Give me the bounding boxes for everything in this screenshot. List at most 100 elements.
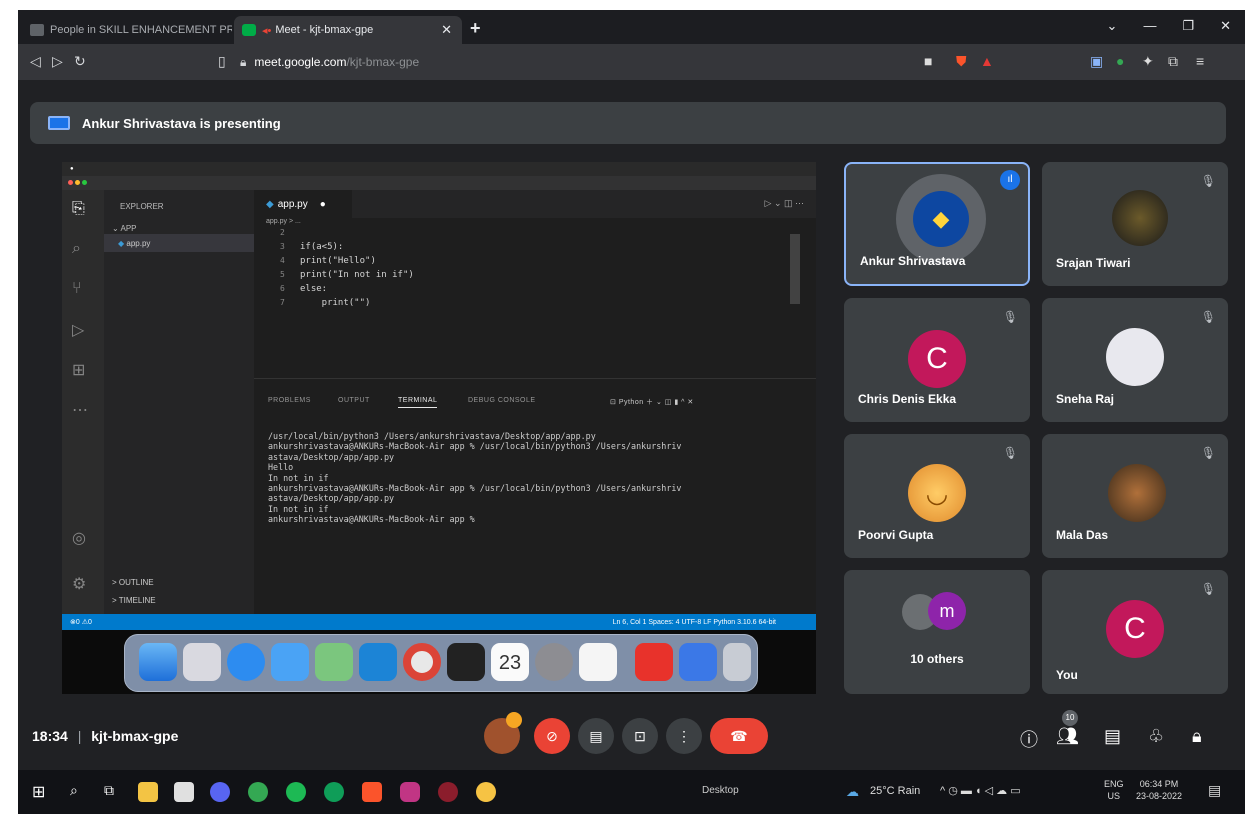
people-icon[interactable]: 👥︎	[1056, 726, 1079, 747]
close-tab-icon[interactable]: ✕	[441, 22, 452, 38]
lang-top: ENG	[1104, 779, 1124, 789]
chat-icon[interactable]: ▤	[1104, 726, 1121, 747]
activities-icon[interactable]: ♧	[1148, 726, 1164, 747]
mic-off-icon: 🎙︎	[1200, 582, 1216, 596]
mail-icon	[271, 643, 309, 681]
reload-icon[interactable]: ↻	[74, 53, 86, 70]
account-icon: ◎	[72, 530, 86, 547]
language-indicator[interactable]: ENG US	[1104, 778, 1124, 802]
tile-poorvi[interactable]: ◡ 🎙︎ Poorvi Gupta	[844, 434, 1030, 558]
bottom-panel: PROBLEMS OUTPUT TERMINAL DEBUG CONSOLE ⊡…	[254, 378, 816, 614]
file-row: ◆ app.py	[104, 234, 254, 252]
explorer-taskbar-icon[interactable]	[138, 782, 158, 802]
browser-tab-people[interactable]: People in SKILL ENHANCEMENT PRO	[22, 16, 232, 44]
line-number: 4	[280, 256, 285, 265]
meeting-time: 18:34	[32, 728, 68, 744]
tab-search-icon[interactable]: ⌄	[1107, 18, 1118, 34]
chrome-icon	[403, 643, 441, 681]
minimize-button[interactable]: —	[1143, 18, 1156, 34]
more-options-button[interactable]: ⋮	[666, 718, 702, 754]
explorer-sidebar: EXPLORER ⌄ APP ◆ app.py > OUTLINE > TIME…	[104, 190, 254, 614]
safari-icon	[227, 643, 265, 681]
mic-off-icon: 🎙︎	[1002, 446, 1018, 460]
browser-tab-meet[interactable]: ◂• Meet - kjt-bmax-gpe ✕	[234, 16, 462, 44]
menu-icon[interactable]: ≡	[1196, 53, 1204, 69]
clock-date: 23-08-2022	[1136, 791, 1183, 801]
taskbar-clock[interactable]: 06:34 PM 23-08-2022	[1136, 778, 1182, 802]
search-taskbar-icon[interactable]: ⌕	[70, 782, 78, 799]
launchpad-icon	[183, 643, 221, 681]
camera-indicator-icon[interactable]: ■	[924, 53, 932, 69]
tray-icons[interactable]: ^ ◷ ▬ ◖ ◁ ☁ ▭	[940, 784, 1021, 797]
screen: People in SKILL ENHANCEMENT PRO ◂• Meet …	[18, 10, 1245, 814]
tile-chris[interactable]: C 🎙︎ Chris Denis Ekka	[844, 298, 1030, 422]
tile-others[interactable]: m 10 others	[844, 570, 1030, 694]
camera-off-button[interactable]: ⊘	[534, 718, 570, 754]
windows-taskbar: ⊞ ⌕ ⧉ Desktop ☁ 25°C Rain ^ ◷ ▬ ◖ ◁ ☁ ▭ …	[18, 770, 1245, 814]
weather-text[interactable]: 25°C Rain	[870, 785, 920, 797]
new-tab-button[interactable]: +	[470, 18, 481, 39]
store-taskbar-icon[interactable]	[174, 782, 194, 802]
brave-rewards-icon[interactable]: ▲	[980, 53, 994, 69]
leave-call-button[interactable]: ☎︎	[710, 718, 768, 754]
status-problems: ⊗0 ⚠0	[70, 619, 92, 626]
app-yellow-taskbar-icon[interactable]	[476, 782, 496, 802]
presenting-text: Ankur Shrivastava is presenting	[82, 115, 281, 131]
spotify-taskbar-icon[interactable]	[286, 782, 306, 802]
divider: |	[77, 728, 82, 744]
forward-icon[interactable]: ▷	[52, 53, 63, 70]
tile-sneha[interactable]: 🎙︎ Sneha Raj	[1042, 298, 1228, 422]
info-icon[interactable]: ⓘ	[1020, 726, 1038, 752]
tile-mala[interactable]: 🎙︎ Mala Das	[1042, 434, 1228, 558]
url-field[interactable]: 🔒︎ meet.google.com /kjt-bmax-gpe	[240, 50, 1010, 74]
host-controls-icon[interactable]: 🔒︎	[1192, 726, 1202, 747]
edge-taskbar-icon[interactable]	[324, 782, 344, 802]
extension-green-icon[interactable]: ●	[1116, 53, 1124, 69]
others-count: 10 others	[910, 652, 964, 666]
finder-icon	[139, 643, 177, 681]
status-bar: ⊗0 ⚠0 Ln 6, Col 1 Spaces: 4 UTF-8 LF Pyt…	[62, 614, 816, 630]
tile-you[interactable]: C 🎙︎ You	[1042, 570, 1228, 694]
app-green-taskbar-icon[interactable]	[248, 782, 268, 802]
windows-start-icon[interactable]: ⊞	[32, 782, 45, 802]
task-view-icon[interactable]: ⧉	[104, 782, 114, 799]
mic-off-icon: 🎙︎	[1002, 310, 1018, 324]
avatar	[1112, 190, 1168, 246]
mic-button[interactable]	[484, 712, 522, 754]
tab-label: Meet - kjt-bmax-gpe	[275, 24, 374, 36]
extension-icon[interactable]: ▣	[1090, 53, 1103, 70]
back-icon[interactable]: ◁	[30, 53, 41, 70]
tab-output: OUTPUT	[338, 397, 370, 404]
mic-off-icon: 🎙︎	[1200, 310, 1216, 324]
present-button[interactable]: ⊡	[622, 718, 658, 754]
extensions-puzzle-icon[interactable]: ✦	[1142, 53, 1154, 70]
notification-icon[interactable]: ▤	[1208, 782, 1221, 799]
meet-tab-icon	[242, 24, 256, 36]
sidebar-icon[interactable]: ⧉	[1168, 53, 1178, 70]
terminal-line: ankurshrivastava@ANKURs-MacBook-Air app …	[268, 514, 475, 525]
tile-ankur[interactable]: ◆ ıl Ankur Shrivastava	[844, 162, 1030, 286]
unsaved-dot-icon: ●	[319, 198, 326, 210]
tile-srajan[interactable]: 🎙︎ Srajan Tiwari	[1042, 162, 1228, 286]
opera-taskbar-icon[interactable]	[438, 782, 458, 802]
status-info: Ln 6, Col 1 Spaces: 4 UTF-8 LF Python 3.…	[612, 618, 776, 626]
code-line: if(a<5):	[300, 242, 344, 252]
terminal-line: /usr/local/bin/python3 /Users/ankurshriv…	[268, 431, 596, 441]
captions-button[interactable]: ▤	[578, 718, 614, 754]
tab-terminal: TERMINAL	[398, 397, 438, 408]
close-window-button[interactable]: ✕	[1220, 18, 1231, 34]
explorer-label: EXPLORER	[120, 202, 164, 211]
apple-icon: ●	[70, 166, 74, 172]
bookmark-icon[interactable]: ▯	[218, 53, 226, 70]
meet-content: Ankur Shrivastava is presenting ● ⎘ ⌕ ⑂ …	[18, 80, 1245, 770]
brave-taskbar-icon[interactable]	[362, 782, 382, 802]
discord-taskbar-icon[interactable]	[210, 782, 230, 802]
avatar: ◆	[896, 174, 986, 264]
url-host: meet.google.com	[254, 55, 347, 69]
line-number: 7	[280, 298, 285, 307]
terminal-icon	[447, 643, 485, 681]
instagram-taskbar-icon[interactable]	[400, 782, 420, 802]
brave-shield-icon[interactable]: ⛊	[956, 53, 967, 70]
maximize-button[interactable]: ❐	[1182, 18, 1194, 34]
desktop-label[interactable]: Desktop	[702, 785, 739, 796]
